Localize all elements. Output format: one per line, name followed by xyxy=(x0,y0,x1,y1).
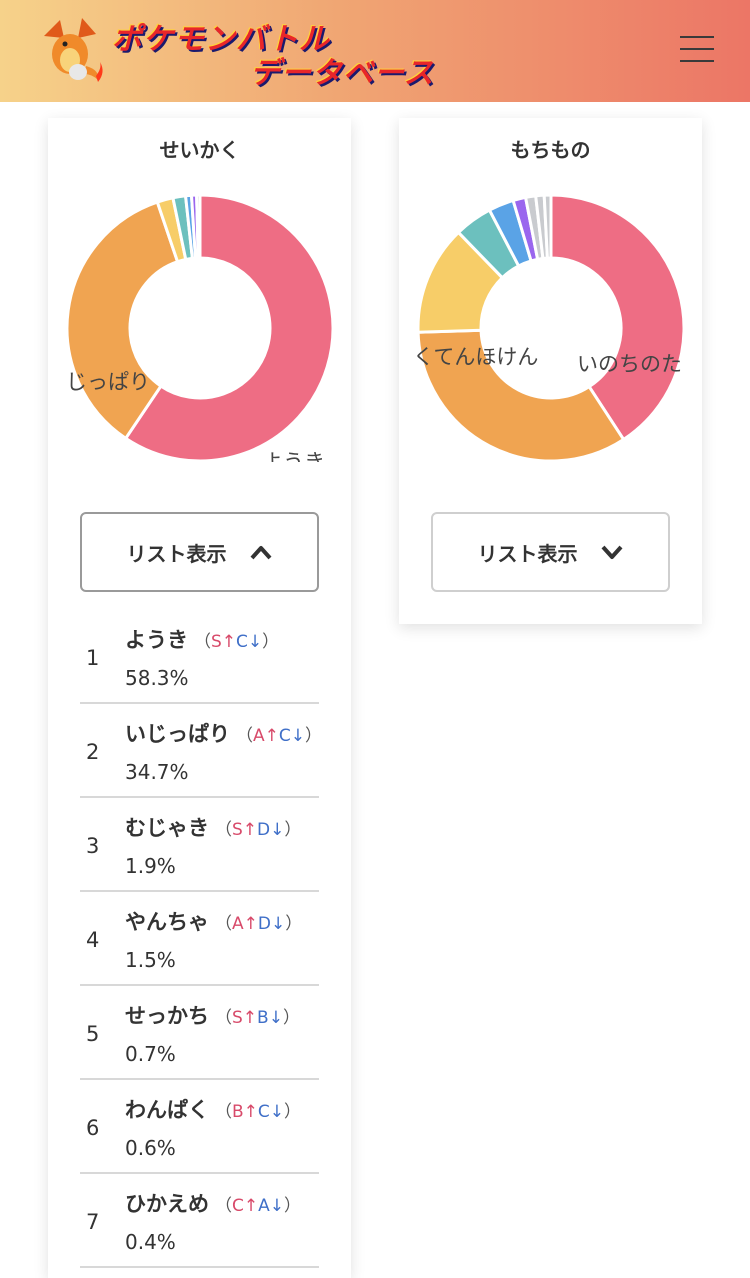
stat-up: C↑ xyxy=(232,1196,259,1216)
paren-open: （ xyxy=(215,914,232,934)
nature-donut-chart: ようき じっぱり xyxy=(66,194,334,462)
charizard-mascot-icon[interactable] xyxy=(34,14,106,84)
paren-close: ） xyxy=(284,820,302,840)
rank-number: 1 xyxy=(86,646,100,670)
held-item-card-title: もちもの xyxy=(510,138,591,162)
nature-name-text: いじっぱり xyxy=(125,722,230,746)
stat-modifier: （B↑C↓） xyxy=(215,1102,301,1122)
nature-name-text: ひかえめ xyxy=(125,1192,209,1216)
paren-close: ） xyxy=(284,1196,301,1216)
stat-up: B↑ xyxy=(232,1102,258,1122)
hamburger-menu-icon[interactable] xyxy=(680,36,714,62)
stat-down: B↓ xyxy=(257,1008,283,1028)
paren-open: （ xyxy=(215,1196,232,1216)
nature-card: せいかく ようき じっぱり リスト表示 1 ようき （S↑C↓） 58.3% 2 いじっぱり… xyxy=(48,118,351,1278)
nature-rank-row: 3 むじゃき （S↑D↓） 1.9% xyxy=(80,798,319,892)
held-item-slice-label: くてんほけん xyxy=(417,345,538,369)
stat-down: C↓ xyxy=(236,632,263,652)
stat-modifier: （A↑D↓） xyxy=(215,914,302,934)
logo-title-line2[interactable]: データベース xyxy=(250,48,435,92)
nature-name: ひかえめ （C↑A↓） xyxy=(125,1188,301,1218)
held-item-donut-chart: いのちのたこだわりスカーフくてんほけん xyxy=(417,194,685,462)
rank-number: 3 xyxy=(86,834,100,858)
nature-name: やんちゃ （A↑D↓） xyxy=(125,906,302,936)
nature-name-text: ようき xyxy=(125,628,188,652)
rank-number: 6 xyxy=(86,1116,100,1140)
nature-card-title: せいかく xyxy=(159,138,240,162)
paren-open: （ xyxy=(215,1102,232,1122)
usage-percent: 0.4% xyxy=(125,1230,176,1254)
nature-rank-row: 5 せっかち （S↑B↓） 0.7% xyxy=(80,986,319,1080)
paren-open: （ xyxy=(215,1008,232,1028)
nature-list-toggle-button[interactable]: リスト表示 xyxy=(80,512,319,592)
stat-up: S↑ xyxy=(232,1008,258,1028)
nature-list-toggle-label: リスト表示 xyxy=(126,541,227,566)
paren-open: （ xyxy=(215,820,232,840)
site-header: ポケモンバトル データベース xyxy=(0,0,750,102)
nature-name-text: むじゃき xyxy=(125,816,209,840)
rank-number: 2 xyxy=(86,740,100,764)
stat-down: C↓ xyxy=(278,726,305,746)
nature-rank-row: 1 ようき （S↑C↓） 58.3% xyxy=(80,610,319,704)
stat-up: A↑ xyxy=(232,914,258,934)
paren-open: （ xyxy=(236,726,253,746)
stat-down: C↓ xyxy=(257,1102,285,1122)
menu-bar-middle xyxy=(680,48,714,50)
paren-close: ） xyxy=(284,1102,302,1122)
stat-modifier: （S↑C↓） xyxy=(194,632,279,652)
stat-down: A↓ xyxy=(258,1196,284,1216)
nature-name: せっかち （S↑B↓） xyxy=(125,1000,300,1030)
paren-close: ） xyxy=(305,726,322,746)
paren-open: （ xyxy=(194,632,211,652)
stat-up: S↑ xyxy=(232,820,258,840)
chevron-down-icon xyxy=(601,545,622,559)
nature-name-text: やんちゃ xyxy=(125,910,209,934)
nature-slice[interactable] xyxy=(195,194,202,260)
rank-number: 7 xyxy=(86,1210,100,1234)
nature-rank-row: 2 いじっぱり （A↑C↓） 34.7% xyxy=(80,704,322,798)
held-item-list-toggle-button[interactable]: リスト表示 xyxy=(431,512,670,592)
nature-rank-row: 4 やんちゃ （A↑D↓） 1.5% xyxy=(80,892,319,986)
nature-name-text: わんぱく xyxy=(125,1098,209,1122)
stat-up: A↑ xyxy=(253,726,279,746)
paren-close: ） xyxy=(262,632,280,652)
usage-percent: 58.3% xyxy=(125,666,189,690)
nature-name: わんぱく （B↑C↓） xyxy=(125,1094,301,1124)
rank-number: 4 xyxy=(86,928,100,952)
rank-number: 5 xyxy=(86,1022,100,1046)
paren-close: ） xyxy=(285,914,303,934)
nature-rank-row: 6 わんぱく （B↑C↓） 0.6% xyxy=(80,1080,319,1174)
usage-percent: 0.7% xyxy=(125,1042,176,1066)
usage-percent: 1.9% xyxy=(125,854,176,878)
menu-bar-bottom xyxy=(680,60,714,62)
menu-bar-top xyxy=(680,36,714,38)
stat-modifier: （C↑A↓） xyxy=(215,1196,301,1216)
usage-percent: 0.6% xyxy=(125,1136,176,1160)
stat-modifier: （S↑B↓） xyxy=(215,1008,300,1028)
held-item-list-toggle-label: リスト表示 xyxy=(477,541,578,566)
usage-percent: 34.7% xyxy=(125,760,189,784)
usage-percent: 1.5% xyxy=(125,948,176,972)
nature-name: むじゃき （S↑D↓） xyxy=(125,812,301,842)
chevron-up-icon xyxy=(250,546,271,560)
stat-up: S↑ xyxy=(211,632,237,652)
held-item-card: もちもの いのちのたこだわりスカーフくてんほけん リスト表示 xyxy=(399,118,702,624)
stat-down: D↓ xyxy=(257,820,285,840)
nature-name: ようき （S↑C↓） xyxy=(125,624,279,654)
stat-modifier: （A↑C↓） xyxy=(236,726,322,746)
nature-rank-list: 1 ようき （S↑C↓） 58.3% 2 いじっぱり （A↑C↓） 34.7% 3 むじゃき （S↑… xyxy=(80,610,322,1268)
stat-down: D↓ xyxy=(257,914,286,934)
paren-close: ） xyxy=(282,1008,300,1028)
nature-slice-label: じっぱり xyxy=(66,370,150,394)
held-item-slice-label: いのちのた xyxy=(577,352,682,376)
nature-name: いじっぱり （A↑C↓） xyxy=(125,718,322,748)
nature-name-text: せっかち xyxy=(125,1004,209,1028)
stat-modifier: （S↑D↓） xyxy=(215,820,301,840)
nature-slice-label: ようき xyxy=(262,450,325,462)
